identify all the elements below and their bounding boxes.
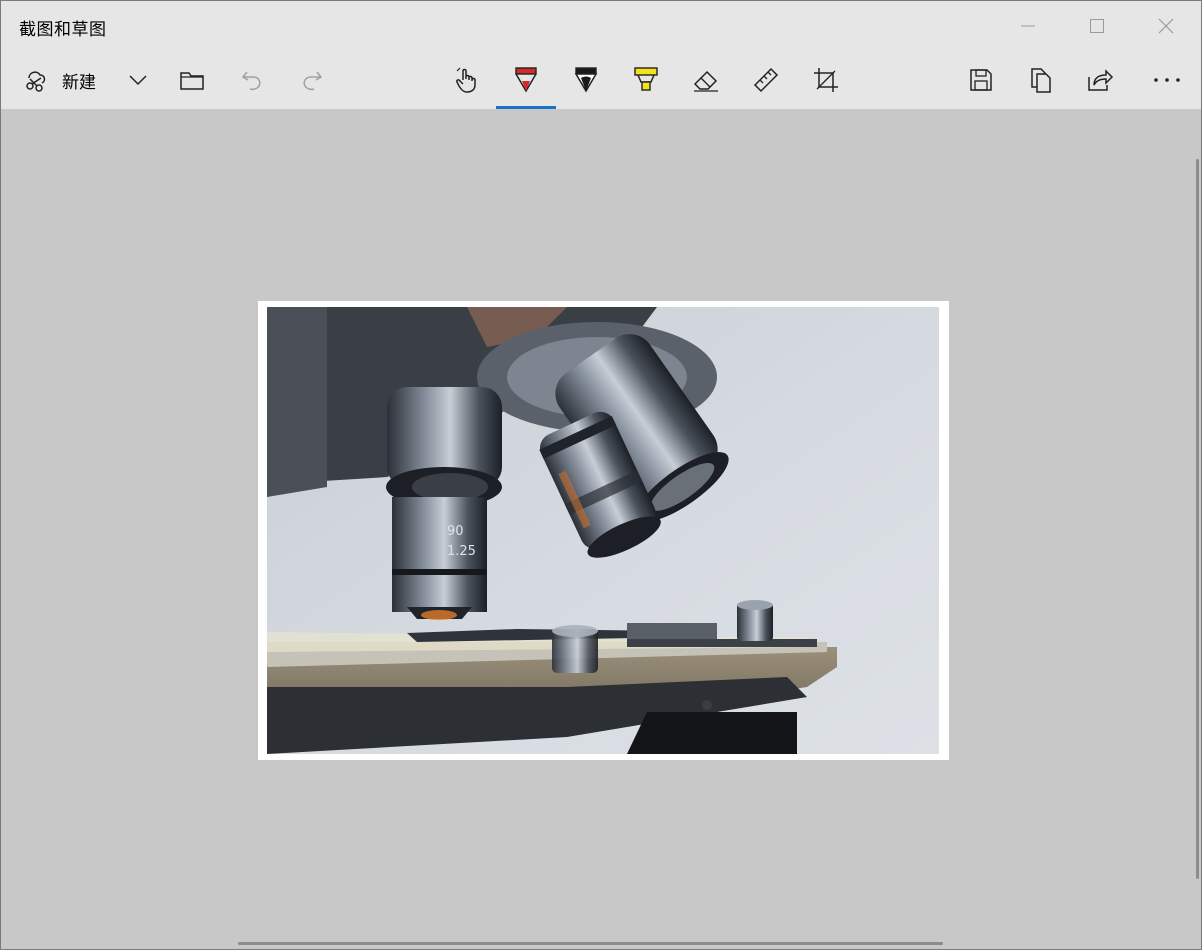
app-title: 截图和草图 bbox=[19, 20, 107, 40]
close-icon bbox=[1158, 18, 1174, 34]
crop-button[interactable] bbox=[803, 51, 849, 109]
ruler-button[interactable] bbox=[743, 51, 789, 109]
svg-text:90: 90 bbox=[447, 524, 464, 539]
share-button[interactable] bbox=[1077, 51, 1123, 109]
share-icon bbox=[1088, 69, 1114, 91]
open-file-button[interactable] bbox=[169, 51, 215, 109]
ballpoint-pen-icon bbox=[515, 67, 537, 93]
microscope-image: 90 1.25 bbox=[267, 307, 939, 754]
vertical-scrollbar[interactable] bbox=[1196, 159, 1199, 879]
undo-button[interactable] bbox=[229, 51, 275, 109]
ruler-icon bbox=[753, 67, 779, 93]
copy-icon bbox=[1031, 68, 1051, 93]
copy-button[interactable] bbox=[1018, 51, 1064, 109]
pencil-icon bbox=[574, 67, 598, 93]
pencil-button[interactable] bbox=[563, 51, 609, 109]
folder-icon bbox=[180, 72, 204, 90]
new-snip-label: 新建 bbox=[62, 73, 96, 93]
undo-icon bbox=[241, 71, 261, 91]
svg-text:1.25: 1.25 bbox=[447, 544, 476, 559]
eraser-button[interactable] bbox=[683, 51, 729, 109]
highlighter-button[interactable] bbox=[623, 51, 669, 109]
close-button[interactable] bbox=[1132, 1, 1200, 51]
maximize-icon bbox=[1090, 19, 1104, 33]
redo-icon bbox=[303, 71, 323, 91]
new-snip-dropdown[interactable] bbox=[119, 51, 157, 109]
highlighter-icon bbox=[634, 67, 658, 91]
touch-writing-button[interactable] bbox=[443, 51, 489, 109]
crop-icon bbox=[814, 68, 838, 92]
more-options-button[interactable] bbox=[1144, 51, 1190, 109]
minimize-icon bbox=[1021, 25, 1035, 27]
save-icon bbox=[970, 69, 992, 91]
chevron-down-icon bbox=[129, 75, 147, 86]
screenshot-image-frame: 90 1.25 bbox=[258, 301, 949, 760]
title-bar: 截图和草图 bbox=[1, 1, 1201, 51]
touch-writing-icon bbox=[456, 67, 476, 93]
new-snip-icon bbox=[26, 71, 46, 92]
ballpoint-pen-button[interactable] bbox=[502, 51, 550, 109]
toolbar: 新建 bbox=[1, 51, 1201, 109]
horizontal-scrollbar[interactable] bbox=[238, 942, 943, 945]
new-snip-button[interactable]: 新建 bbox=[15, 51, 115, 109]
minimize-button[interactable] bbox=[994, 1, 1062, 51]
save-button[interactable] bbox=[958, 51, 1004, 109]
eraser-icon bbox=[693, 70, 718, 92]
more-icon bbox=[1154, 78, 1180, 82]
maximize-button[interactable] bbox=[1063, 1, 1131, 51]
snip-sketch-window: 截图和草图 新建 90 1.25 bbox=[0, 0, 1202, 950]
redo-button[interactable] bbox=[289, 51, 335, 109]
